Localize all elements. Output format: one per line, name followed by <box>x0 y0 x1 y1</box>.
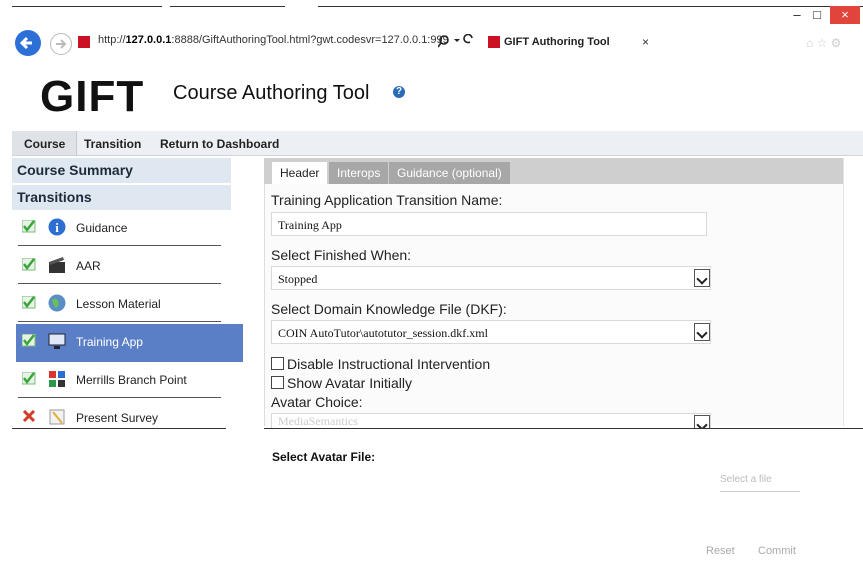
commit-button[interactable]: Commit <box>758 545 796 557</box>
sidebar-item-aar[interactable]: AAR <box>16 248 227 284</box>
menu-return-dashboard[interactable]: Return to Dashboard <box>160 137 279 151</box>
dkf-label: Select Domain Knowledge File (DKF): <box>271 301 507 317</box>
pencil-icon <box>49 409 65 425</box>
address-bar[interactable]: http://127.0.0.1:8888/GiftAuthoringTool.… <box>98 34 449 46</box>
transition-name-label: Training Application Transition Name: <box>271 192 503 208</box>
info-icon: i <box>48 218 66 236</box>
maximize-button[interactable]: □ <box>808 6 826 24</box>
check-icon <box>22 334 36 347</box>
back-button[interactable] <box>15 30 41 56</box>
show-avatar-row[interactable]: Show Avatar Initially <box>271 375 412 391</box>
sidebar-item-present-survey[interactable]: Present Survey <box>16 400 227 436</box>
chevron-down-icon[interactable] <box>694 269 710 287</box>
course-summary-header[interactable]: Course Summary <box>12 158 231 183</box>
close-window-button[interactable]: × <box>830 6 860 24</box>
sidebar-item-label: Training App <box>76 335 143 349</box>
sidebar-item-guidance[interactable]: i Guidance <box>16 210 227 246</box>
finished-when-value: Stopped <box>278 272 318 286</box>
avatar-choice-label: Avatar Choice: <box>271 394 363 410</box>
avatar-choice-select[interactable]: MediaSemantics <box>271 413 711 428</box>
back-arrow-icon <box>19 36 32 50</box>
divider <box>18 245 221 246</box>
check-icon <box>22 220 36 233</box>
sidebar-item-merrills-branch-point[interactable]: Merrills Branch Point <box>16 362 227 398</box>
bottom-divider <box>12 428 226 429</box>
sidebar-item-label: AAR <box>76 259 101 273</box>
forward-arrow-icon <box>56 39 67 49</box>
monitor-icon <box>48 333 66 349</box>
check-icon <box>22 296 36 309</box>
sidebar-item-training-app[interactable]: Training App <box>16 324 243 362</box>
divider <box>18 283 221 284</box>
toolbar-icons[interactable]: ⌂ ☆ ⚙ <box>806 36 841 50</box>
top-divider <box>170 6 285 7</box>
panel-scrollbar[interactable] <box>843 158 862 426</box>
top-divider <box>12 6 162 7</box>
sidebar-item-label: Merrills Branch Point <box>76 373 187 387</box>
bottom-divider <box>264 428 863 429</box>
reset-button[interactable]: Reset <box>706 545 735 557</box>
dkf-value: COIN AutoTutor\autotutor_session.dkf.xml <box>278 326 488 340</box>
tab-interops[interactable]: Interops <box>329 162 389 184</box>
select-file-button[interactable]: Select a file <box>720 474 800 492</box>
disable-intervention-label: Disable Instructional Intervention <box>287 356 491 372</box>
check-icon <box>22 372 36 385</box>
globe-icon <box>48 294 66 312</box>
sidebar-item-label: Lesson Material <box>76 297 161 311</box>
avatar-choice-value: MediaSemantics <box>278 414 358 428</box>
sidebar-item-lesson-material[interactable]: Lesson Material <box>16 286 227 322</box>
top-divider <box>318 6 863 7</box>
page-title: Course Authoring Tool <box>173 82 370 104</box>
tab-header[interactable]: Header <box>272 162 328 184</box>
tab-guidance-optional[interactable]: Guidance (optional) <box>389 162 510 184</box>
minimize-button[interactable]: – <box>788 6 806 24</box>
search-icon[interactable] <box>438 34 488 48</box>
check-icon <box>22 258 36 271</box>
menu-course[interactable]: Course <box>24 137 65 151</box>
dkf-select[interactable]: COIN AutoTutor\autotutor_session.dkf.xml <box>271 320 711 344</box>
forward-button[interactable] <box>50 33 72 55</box>
svg-text:i: i <box>55 220 59 235</box>
sidebar: Course Summary Transitions i Guidance AA… <box>12 158 243 428</box>
disable-intervention-checkbox[interactable] <box>271 357 284 370</box>
transitions-header[interactable]: Transitions <box>12 185 231 210</box>
divider <box>18 397 221 398</box>
show-avatar-checkbox[interactable] <box>271 376 284 389</box>
chevron-down-icon[interactable] <box>694 323 710 341</box>
sidebar-item-label: Guidance <box>76 221 128 235</box>
disable-intervention-row[interactable]: Disable Instructional Intervention <box>271 356 490 372</box>
error-x-icon <box>22 410 36 423</box>
site-icon <box>78 36 90 48</box>
show-avatar-label: Show Avatar Initially <box>287 375 413 391</box>
tab-close-icon[interactable]: × <box>642 35 649 49</box>
finished-when-select[interactable]: Stopped <box>271 266 711 290</box>
browser-tab-title[interactable]: GIFT Authoring Tool <box>504 36 610 48</box>
tab-favicon <box>488 36 500 48</box>
chevron-down-icon[interactable] <box>694 415 710 428</box>
avatar-file-label: Select Avatar File: <box>272 450 376 464</box>
transition-name-input[interactable]: Training App <box>271 212 707 236</box>
help-icon[interactable]: ? <box>393 86 405 98</box>
divider <box>18 321 221 322</box>
gift-logo: GIFT <box>40 72 145 121</box>
menu-transition[interactable]: Transition <box>84 137 141 151</box>
sidebar-item-label: Present Survey <box>76 411 159 425</box>
finished-when-label: Select Finished When: <box>271 247 412 263</box>
tiles-icon <box>49 371 65 387</box>
clapperboard-icon <box>49 257 65 273</box>
